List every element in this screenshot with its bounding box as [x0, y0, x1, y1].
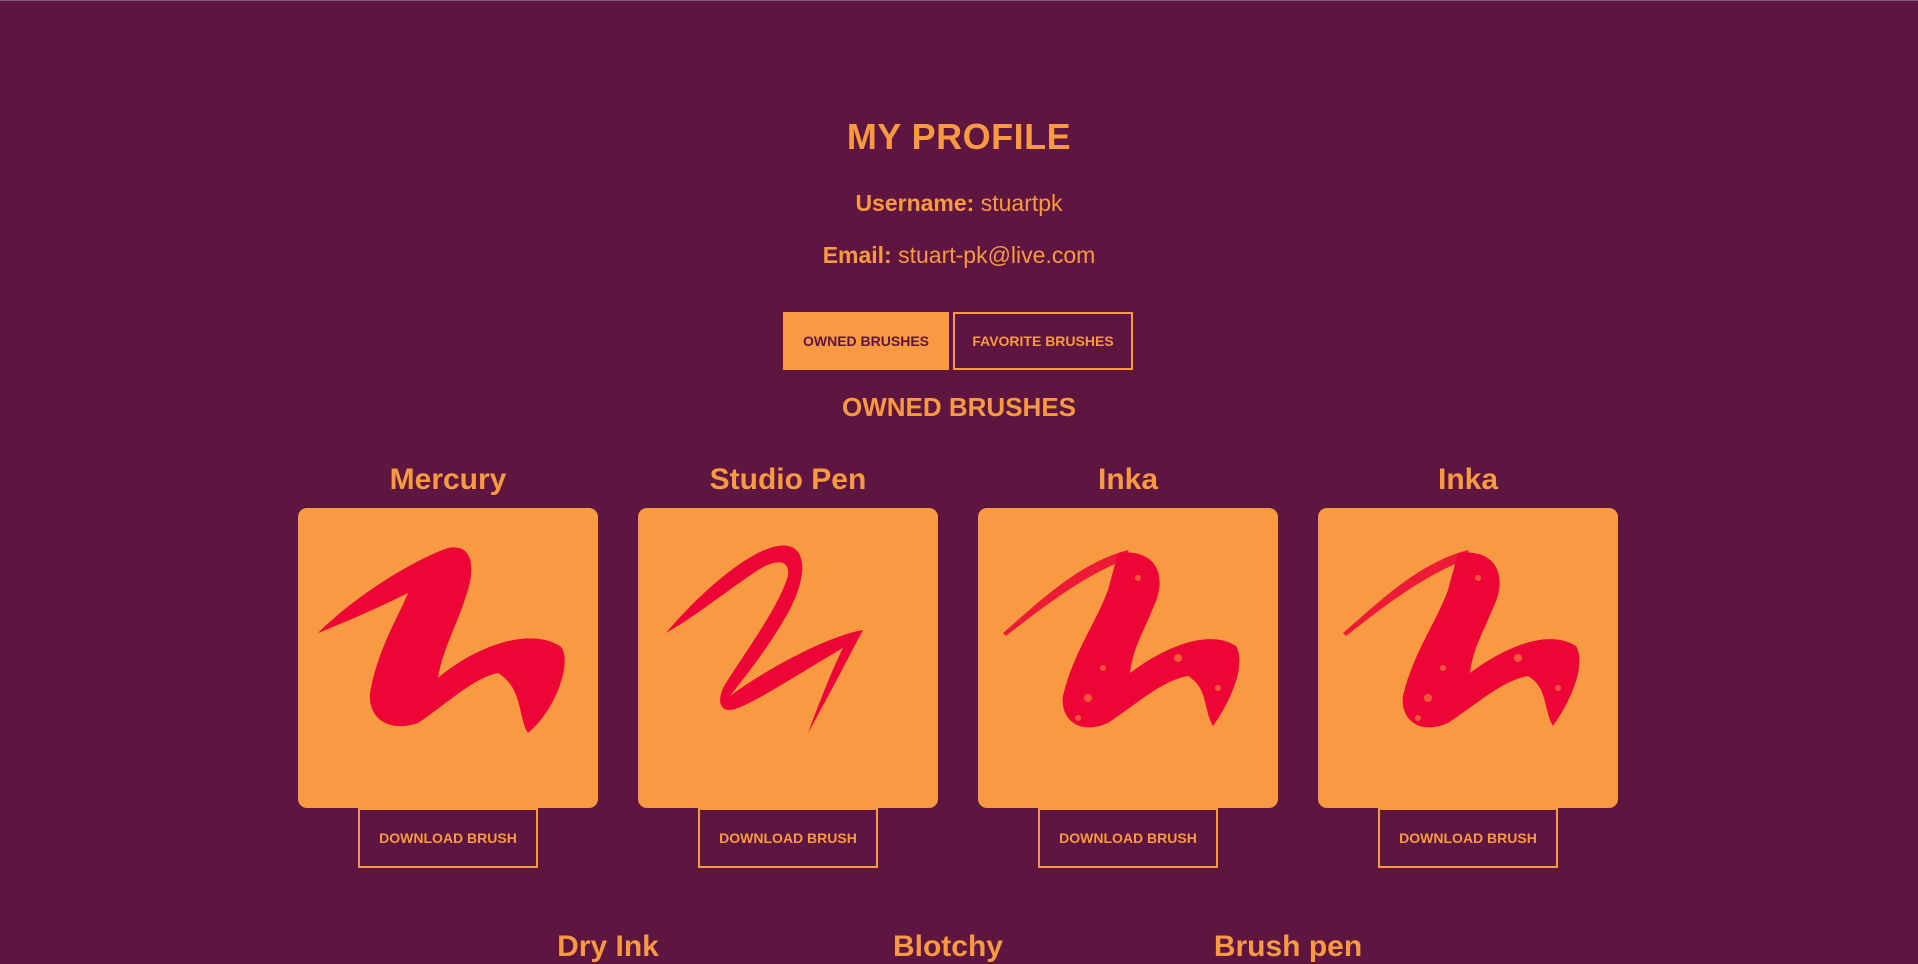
brush-name: Inka [1097, 463, 1159, 496]
email-value: stuart-pk@live.com [898, 242, 1096, 268]
top-border [0, 0, 1918, 1]
brush-card: Inka DOWNLOAD BRUSH [978, 460, 1278, 868]
tab-owned-brushes[interactable]: OWNED BRUSHES [783, 312, 949, 370]
brush-preview-image[interactable] [1318, 508, 1618, 808]
page-title: MY PROFILE [846, 116, 1072, 157]
brush-name: Mercury [389, 463, 507, 496]
brush-stroke-icon [318, 547, 565, 733]
username-label: Username: [855, 190, 975, 216]
brush-card: Studio Pen DOWNLOAD BRUSH [638, 460, 938, 868]
section-heading: OWNED BRUSHES [841, 392, 1076, 422]
brush-tabs: OWNED BRUSHES FAVORITE BRUSHES [783, 312, 1133, 370]
email-label: Email: [822, 242, 892, 268]
download-brush-button[interactable]: DOWNLOAD BRUSH [1038, 808, 1218, 868]
brush-card: Inka DOWNLOAD BRUSH [1318, 460, 1618, 868]
email-row: Email: stuart-pk@live.com [0, 242, 1918, 269]
brush-name: Brush pen [1213, 930, 1363, 963]
username-value: stuartpk [980, 190, 1063, 216]
brush-name: Blotchy [892, 930, 1003, 963]
brush-name: Inka [1437, 463, 1499, 496]
brush-stroke-icon [666, 545, 863, 733]
brush-preview-image[interactable] [298, 508, 598, 808]
username-row: Username: stuartpk [0, 190, 1918, 217]
brush-preview-image[interactable] [638, 508, 938, 808]
download-brush-button[interactable]: DOWNLOAD BRUSH [1378, 808, 1558, 868]
brush-name: Dry Ink [557, 930, 659, 963]
brush-preview-image[interactable] [978, 508, 1278, 808]
download-brush-button[interactable]: DOWNLOAD BRUSH [698, 808, 878, 868]
brush-card: Mercury DOWNLOAD BRUSH [298, 460, 598, 868]
brush-name: Studio Pen [709, 463, 867, 496]
brush-stroke-icon [1343, 550, 1580, 728]
download-brush-button[interactable]: DOWNLOAD BRUSH [358, 808, 538, 868]
tab-favorite-brushes[interactable]: FAVORITE BRUSHES [953, 312, 1133, 370]
brush-stroke-icon [1003, 550, 1240, 728]
